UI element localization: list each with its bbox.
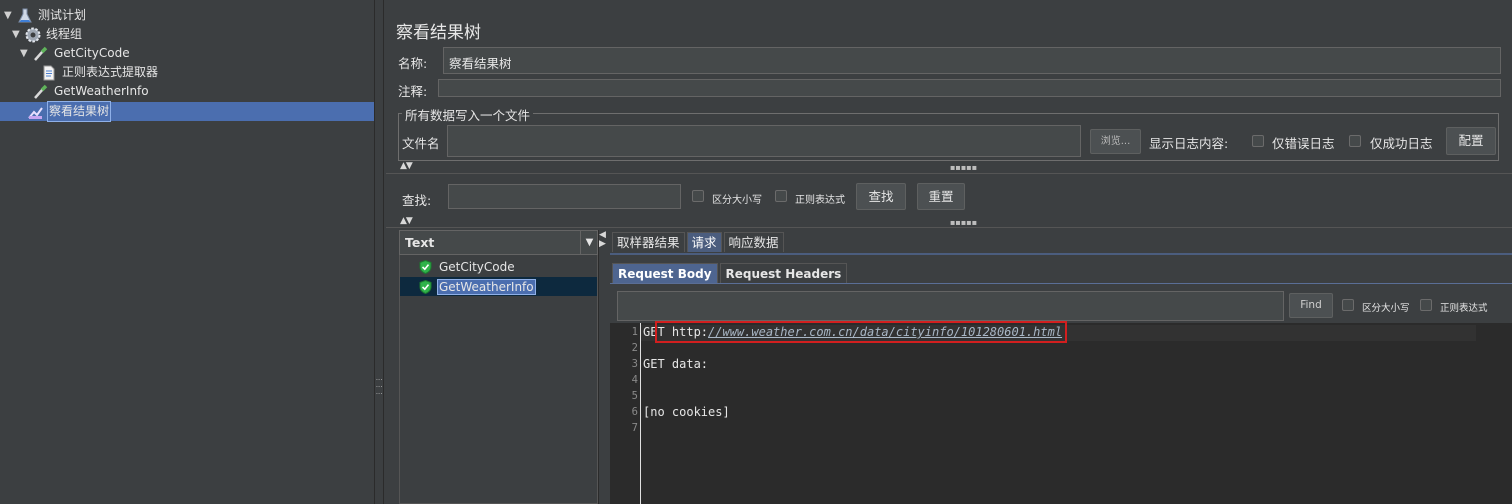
success-shield-icon [419, 279, 432, 294]
line-number: 3 [631, 358, 638, 370]
tab-response-data[interactable]: 响应数据 [723, 232, 784, 252]
tree-node-getcitycode[interactable]: ▼ GetCityCode [20, 44, 131, 63]
configure-button[interactable]: 配置 [1446, 127, 1496, 155]
request-subtabs: Request Body Request Headers [612, 263, 848, 283]
tree-node-label: GetWeatherInfo [54, 84, 149, 98]
test-plan-tree[interactable]: ▼ 测试计划 ▼ 线程组 ▼ GetCityCode 正则表达式提取器 GetW… [0, 0, 374, 504]
code-line: GET data: [643, 357, 709, 371]
find-button[interactable]: 查找 [856, 183, 906, 210]
subtab-request-headers[interactable]: Request Headers [719, 263, 848, 283]
tree-node-test-plan[interactable]: ▼ 测试计划 [4, 6, 87, 25]
body-case-sensitive-checkbox[interactable] [1342, 299, 1354, 311]
log-display-label: 显示日志内容: [1149, 136, 1229, 151]
filename-label: 文件名 [402, 136, 440, 151]
write-to-file-group-title: 所有数据写入一个文件 [402, 105, 534, 124]
code-line: [no cookies] [643, 405, 730, 419]
search-label: 查找: [402, 193, 432, 208]
tab-sampler-result[interactable]: 取样器结果 [612, 232, 685, 252]
line-number: 5 [631, 390, 638, 402]
view-results-tree-panel: 察看结果树 名称: 察看结果树 注释: 所有数据写入一个文件 文件名 浏览...… [386, 0, 1512, 504]
errors-only-label: 仅错误日志 [1272, 136, 1335, 151]
success-only-checkbox[interactable] [1349, 135, 1361, 147]
tree-node-label: GetCityCode [54, 46, 130, 60]
line-number: 1 [631, 326, 638, 338]
sample-item-label: GetCityCode [439, 260, 515, 274]
collapse-arrows-icon[interactable]: ▲▼ [400, 216, 413, 226]
splitter-grip-icon[interactable]: ▪▪▪▪▪ [950, 218, 977, 227]
chart-icon [27, 103, 45, 121]
browse-button[interactable]: 浏览... [1090, 129, 1141, 154]
document-icon [40, 64, 58, 82]
case-sensitive-checkbox[interactable] [692, 190, 704, 202]
body-find-button[interactable]: Find [1289, 293, 1333, 318]
name-label: 名称: [398, 56, 428, 71]
tree-node-view-results-tree[interactable]: 察看结果树 [27, 101, 112, 122]
line-number: 7 [631, 422, 638, 434]
tree-node-getweatherinfo[interactable]: GetWeatherInfo [32, 82, 150, 101]
splitter-grip-icon[interactable]: ▪▪▪▪▪ [950, 163, 977, 172]
gutter-line [640, 323, 641, 504]
line-number: 2 [631, 342, 638, 354]
body-search-input[interactable] [617, 291, 1284, 321]
renderer-select-value: Text [405, 235, 435, 250]
errors-only-checkbox[interactable] [1252, 135, 1264, 147]
body-regex-label: 正则表达式 [1440, 303, 1488, 314]
sample-item-label: GetWeatherInfo [437, 278, 536, 295]
tree-node-label: 线程组 [46, 27, 83, 41]
regex-label: 正则表达式 [795, 195, 845, 206]
tree-node-thread-group[interactable]: ▼ 线程组 [12, 25, 83, 44]
success-shield-icon [419, 259, 432, 275]
collapse-left-icon[interactable]: ◀ ▶ [599, 231, 606, 249]
expand-triangle-icon[interactable]: ▼ [12, 25, 24, 44]
expand-triangle-icon[interactable]: ▼ [4, 6, 16, 25]
tree-node-label: 察看结果树 [46, 101, 112, 122]
chevron-down-icon[interactable]: ▼ [580, 231, 598, 254]
name-field[interactable]: 察看结果树 [443, 47, 1501, 74]
page-title: 察看结果树 [396, 23, 481, 43]
filename-input[interactable] [447, 125, 1081, 157]
pipette-icon [32, 83, 50, 101]
regex-checkbox[interactable] [775, 190, 787, 202]
comment-label: 注释: [398, 84, 428, 99]
comment-field[interactable] [438, 79, 1501, 97]
detail-tabs: 取样器结果 请求 响应数据 [612, 232, 784, 252]
collapse-arrows-icon[interactable]: ▲▼ [400, 161, 413, 171]
pipette-icon [32, 45, 50, 63]
splitter-grip-icon[interactable]: ⋮⋮⋮ [375, 376, 383, 400]
success-only-label: 仅成功日志 [1370, 136, 1433, 151]
divider [386, 227, 1512, 228]
search-input[interactable] [448, 184, 681, 209]
request-body-editor[interactable]: 1 GET http://www.weather.com.cn/data/cit… [610, 321, 1512, 504]
tab-request[interactable]: 请求 [686, 232, 722, 252]
divider [386, 173, 1512, 174]
case-sensitive-label: 区分大小写 [712, 195, 762, 206]
name-value: 察看结果树 [449, 56, 512, 71]
line-number: 4 [631, 374, 638, 386]
tree-node-label: 测试计划 [38, 8, 87, 22]
subtab-underline [610, 283, 1512, 284]
vertical-splitter[interactable] [374, 0, 384, 504]
sample-item-getcitycode[interactable]: GetCityCode [419, 258, 515, 276]
subtab-request-body[interactable]: Request Body [612, 263, 718, 283]
gear-icon [24, 26, 42, 44]
renderer-select[interactable]: Text ▼ [399, 230, 598, 255]
sample-item-getweatherinfo[interactable]: GetWeatherInfo [419, 277, 536, 296]
tab-underline [610, 253, 1512, 255]
reset-button[interactable]: 重置 [917, 183, 965, 210]
line-number: 6 [631, 406, 638, 418]
flask-icon [16, 7, 34, 25]
inner-vertical-splitter[interactable] [598, 230, 608, 504]
body-case-sensitive-label: 区分大小写 [1362, 303, 1410, 314]
body-regex-checkbox[interactable] [1420, 299, 1432, 311]
url-highlight-box [655, 321, 1067, 343]
tree-node-label: 正则表达式提取器 [62, 65, 159, 79]
expand-triangle-icon[interactable]: ▼ [20, 44, 32, 63]
tree-node-regex-extractor[interactable]: 正则表达式提取器 [40, 63, 159, 82]
